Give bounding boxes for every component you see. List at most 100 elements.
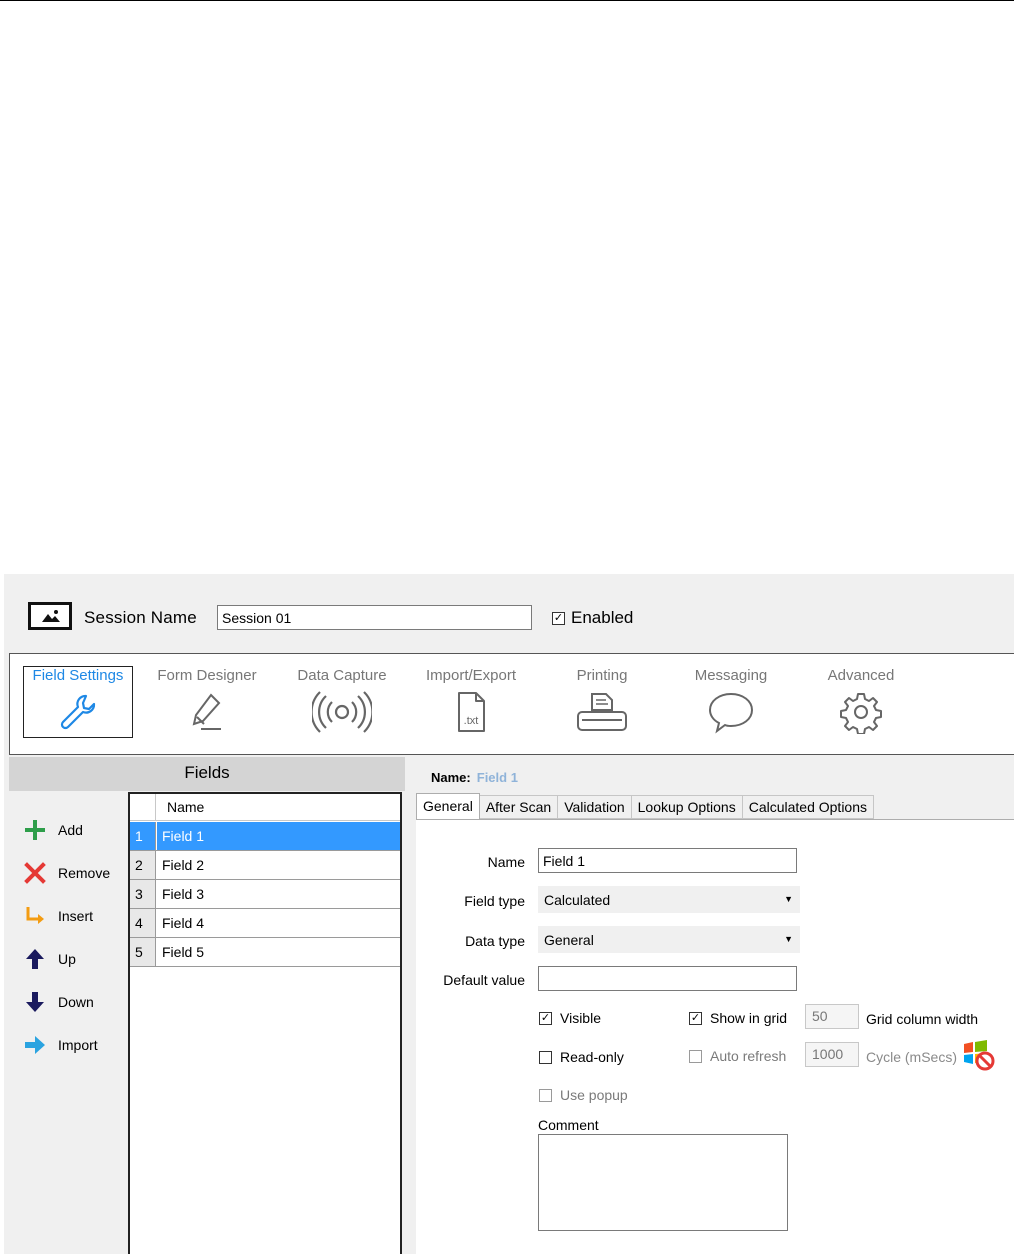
ribbon-label: Form Designer: [157, 667, 257, 684]
row-number-header: [130, 794, 156, 821]
field-type-dropdown[interactable]: Calculated ▼: [538, 886, 800, 913]
use-popup-checkbox[interactable]: Use popup: [539, 1087, 628, 1103]
dropdown-arrow-icon: ▼: [784, 934, 793, 944]
auto-refresh-checkbox[interactable]: Auto refresh: [689, 1048, 786, 1064]
table-row[interactable]: 3 Field 3: [130, 880, 400, 909]
row-number: 2: [130, 851, 156, 879]
ribbon-label: Field Settings: [32, 667, 124, 684]
visible-checkbox[interactable]: ✓ Visible: [539, 1010, 601, 1026]
arrow-up-icon: [22, 946, 48, 972]
top-border-line: [0, 0, 1014, 1]
import-label: Import: [58, 1036, 98, 1053]
ribbon-form-designer[interactable]: Form Designer: [152, 667, 262, 737]
grid-column-width-label: Grid column width: [866, 1011, 979, 1027]
app-window: Session Name ✓ Enabled Field Settings Fo…: [4, 574, 1014, 1254]
row-name[interactable]: Field 5: [157, 938, 400, 966]
remove-button[interactable]: Remove: [22, 851, 110, 894]
row-number: 4: [130, 909, 156, 937]
up-button[interactable]: Up: [22, 937, 110, 980]
name-field-input[interactable]: [538, 848, 797, 873]
x-icon: [22, 860, 48, 886]
ribbon-field-settings[interactable]: Field Settings: [23, 666, 133, 738]
speech-bubble-icon: [708, 692, 754, 734]
row-name[interactable]: Field 4: [157, 909, 400, 937]
dropdown-arrow-icon: ▼: [784, 894, 793, 904]
ribbon-label: Messaging: [694, 667, 768, 684]
wrench-icon: [60, 694, 96, 730]
txt-file-icon: .txt: [458, 692, 485, 732]
cycle-input[interactable]: 1000: [805, 1042, 859, 1067]
default-value-label: Default value: [443, 972, 525, 988]
field-type-value: Calculated: [544, 892, 611, 908]
row-number: 3: [130, 880, 156, 908]
comment-label: Comment: [538, 1117, 599, 1133]
visible-label: Visible: [560, 1010, 601, 1026]
checkbox-checked-icon[interactable]: ✓: [689, 1011, 702, 1025]
readonly-checkbox[interactable]: Read-only: [539, 1049, 624, 1065]
tab-calculated-options[interactable]: Calculated Options: [742, 795, 875, 819]
image-icon[interactable]: [28, 602, 72, 630]
ribbon-advanced[interactable]: Advanced: [806, 667, 916, 737]
insert-button[interactable]: Insert: [22, 894, 110, 937]
session-name-input[interactable]: [217, 605, 532, 630]
fields-grid[interactable]: Name 1 Field 1 2 Field 2 3 Field 3 4 Fie…: [128, 792, 402, 1254]
import-button[interactable]: Import: [22, 1023, 110, 1066]
row-name[interactable]: Field 2: [157, 851, 400, 879]
arrow-down-icon: [22, 989, 48, 1015]
default-value-input[interactable]: [538, 966, 797, 991]
checkbox-checked-icon[interactable]: ✓: [539, 1011, 552, 1025]
grid-column-width-input[interactable]: 50: [805, 1004, 859, 1029]
tab-general[interactable]: General: [416, 793, 480, 819]
down-button[interactable]: Down: [22, 980, 110, 1023]
comment-textarea[interactable]: [538, 1134, 788, 1231]
show-in-grid-label: Show in grid: [710, 1010, 788, 1026]
ribbon-label: Data Capture: [297, 667, 387, 684]
checkbox-unchecked-icon[interactable]: [539, 1088, 552, 1102]
details-tabs: General After Scan Validation Lookup Opt…: [416, 793, 875, 819]
name-column-header[interactable]: Name: [167, 799, 204, 815]
selected-field-name: Name: Field 1: [431, 770, 518, 785]
readonly-label: Read-only: [560, 1049, 624, 1065]
ribbon-import-export[interactable]: Import/Export .txt: [416, 667, 526, 737]
row-name[interactable]: Field 1: [157, 822, 400, 850]
enabled-label: Enabled: [571, 608, 634, 627]
ribbon-data-capture[interactable]: Data Capture: [287, 667, 397, 737]
fields-panel-title: Fields: [9, 757, 405, 791]
auto-refresh-label: Auto refresh: [710, 1048, 787, 1064]
tab-validation[interactable]: Validation: [558, 795, 632, 819]
down-label: Down: [58, 993, 94, 1010]
windows-blocked-icon: [964, 1040, 995, 1071]
ribbon-messaging[interactable]: Messaging: [676, 667, 786, 737]
table-row[interactable]: 1 Field 1: [130, 822, 400, 851]
checkbox-unchecked-icon[interactable]: [689, 1049, 702, 1063]
ribbon-printing[interactable]: Printing: [547, 667, 657, 737]
gear-icon: [840, 693, 882, 734]
show-in-grid-checkbox[interactable]: ✓ Show in grid: [689, 1010, 787, 1026]
add-button[interactable]: Add: [22, 808, 110, 851]
ribbon-label: Advanced: [827, 667, 895, 684]
enabled-checkbox[interactable]: ✓ Enabled: [552, 608, 633, 628]
tab-after-scan[interactable]: After Scan: [479, 795, 559, 819]
remove-label: Remove: [58, 864, 111, 881]
table-row[interactable]: 2 Field 2: [130, 851, 400, 880]
ribbon-label: Printing: [576, 667, 628, 684]
cycle-label: Cycle (mSecs): [866, 1049, 958, 1065]
checkbox-checked-icon[interactable]: ✓: [552, 611, 565, 625]
data-type-dropdown[interactable]: General ▼: [538, 926, 800, 953]
up-label: Up: [58, 950, 76, 967]
general-tab-panel: Name Field type Calculated ▼ Data type G…: [416, 819, 1014, 1254]
name-caption: Name:: [431, 770, 471, 785]
table-row[interactable]: 5 Field 5: [130, 938, 400, 967]
use-popup-label: Use popup: [560, 1087, 628, 1103]
ribbon-toolbar: Field Settings Form Designer Data Captur…: [9, 653, 1014, 755]
insert-label: Insert: [58, 907, 94, 924]
row-number: 1: [130, 822, 156, 850]
pencil-icon: [192, 693, 221, 730]
checkbox-unchecked-icon[interactable]: [539, 1050, 552, 1064]
table-row[interactable]: 4 Field 4: [130, 909, 400, 938]
file-extension-text: .txt: [464, 715, 479, 727]
tab-lookup-options[interactable]: Lookup Options: [631, 795, 743, 819]
arrow-right-icon: [22, 1032, 48, 1058]
row-name[interactable]: Field 3: [157, 880, 400, 908]
data-type-label: Data type: [465, 933, 525, 949]
